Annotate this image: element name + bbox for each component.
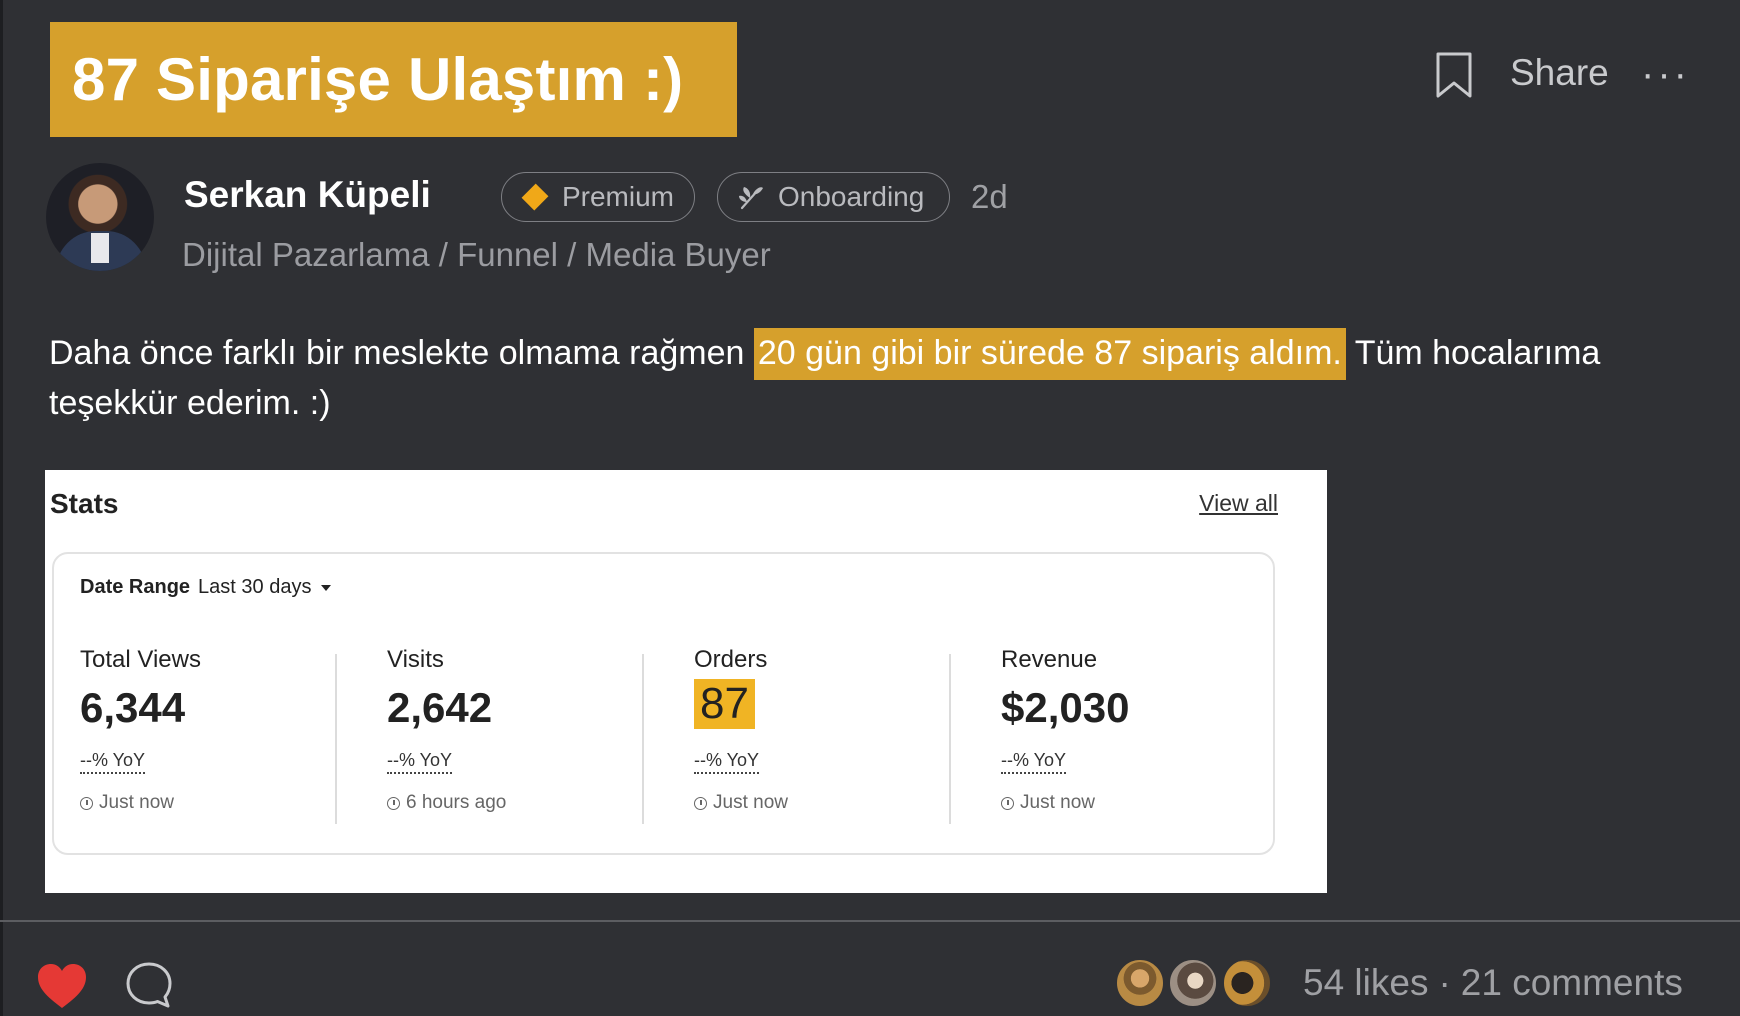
clock-icon <box>80 796 93 810</box>
likes-count[interactable]: 54 likes <box>1303 962 1428 1003</box>
share-button[interactable]: Share <box>1510 52 1609 94</box>
avatar[interactable] <box>46 163 154 271</box>
metric-updated: 6 hours ago <box>387 792 506 814</box>
metric-divider <box>335 654 337 824</box>
author-name[interactable]: Serkan Küpeli <box>184 174 431 216</box>
metric-updated-text: Just now <box>713 792 788 813</box>
premium-badge[interactable]: Premium <box>501 172 695 222</box>
caret-down-icon <box>321 584 332 591</box>
post-title: 87 Siparişe Ulaştım :) <box>72 46 684 113</box>
metric-label: Revenue <box>1001 646 1098 673</box>
avatar-collar <box>91 233 109 263</box>
diamond-icon <box>521 183 549 211</box>
sprout-icon <box>739 187 763 210</box>
more-icon[interactable]: ··· <box>1641 54 1690 94</box>
clock-icon <box>1001 796 1014 810</box>
metric-divider <box>949 654 951 824</box>
stats-panel: Date Range Last 30 days Total Views 6,344… <box>52 552 1275 855</box>
metric-value: $2,030 <box>1001 684 1130 731</box>
premium-badge-label: Premium <box>561 181 674 212</box>
bookmark-icon[interactable] <box>1434 51 1474 99</box>
post-title-banner: 87 Siparişe Ulaştım :) <box>50 22 737 137</box>
engagement-counts: 54 likes · 21 comments <box>1303 962 1683 1004</box>
clock-icon <box>387 796 400 810</box>
stats-heading: Stats <box>50 488 119 519</box>
frame-edge <box>0 0 3 1016</box>
stats-card: Stats View all Date Range Last 30 days To… <box>45 470 1327 893</box>
post-body: Daha önce farklı bir meslekte olmama rağ… <box>49 328 1709 428</box>
metric-yoy[interactable]: --% YoY <box>1001 750 1067 774</box>
counts-separator: · <box>1438 962 1451 1003</box>
clock-icon <box>694 796 707 810</box>
post-time: 2d <box>971 178 1008 215</box>
metric-label: Total Views <box>80 646 201 673</box>
date-range-selector[interactable]: Date Range Last 30 days <box>80 576 332 599</box>
metric-yoy[interactable]: --% YoY <box>387 750 453 774</box>
author-subtitle: Dijital Pazarlama / Funnel / Media Buyer <box>182 236 771 273</box>
date-range-value: Last 30 days <box>198 576 312 598</box>
metric-value: 2,642 <box>387 684 493 731</box>
view-all-link[interactable]: View all <box>1199 490 1278 517</box>
heart-icon[interactable] <box>36 962 88 1010</box>
post-body-highlight: 20 gün gibi bir sürede 87 sipariş aldım. <box>753 328 1346 380</box>
liker-avatar[interactable] <box>1115 958 1165 1008</box>
onboarding-badge[interactable]: Onboarding <box>717 172 950 222</box>
liker-avatar[interactable] <box>1222 958 1272 1008</box>
metric-updated-text: 6 hours ago <box>406 792 507 813</box>
comments-count[interactable]: 21 comments <box>1461 962 1683 1003</box>
metric-updated: Just now <box>80 792 174 814</box>
metric-updated: Just now <box>1001 792 1095 814</box>
metric-value: 6,344 <box>80 684 186 731</box>
metric-divider <box>642 654 644 824</box>
metric-label: Orders <box>694 646 768 673</box>
metric-value: 87 <box>694 679 755 729</box>
metric-yoy[interactable]: --% YoY <box>694 750 760 774</box>
metric-updated: Just now <box>694 792 788 814</box>
metric-updated-text: Just now <box>99 792 174 813</box>
date-range-label: Date Range <box>80 576 191 598</box>
onboarding-badge-label: Onboarding <box>778 181 925 212</box>
metric-label: Visits <box>387 646 444 673</box>
metric-yoy[interactable]: --% YoY <box>80 750 146 774</box>
post-body-before: Daha önce farklı bir meslekte olmama rağ… <box>49 334 754 372</box>
footer-divider <box>0 920 1740 922</box>
comment-icon[interactable] <box>124 960 174 1010</box>
metric-revenue: Revenue $2,030 --% YoY Just now <box>1001 646 1301 816</box>
metric-updated-text: Just now <box>1020 792 1095 813</box>
liker-avatar[interactable] <box>1168 958 1218 1008</box>
